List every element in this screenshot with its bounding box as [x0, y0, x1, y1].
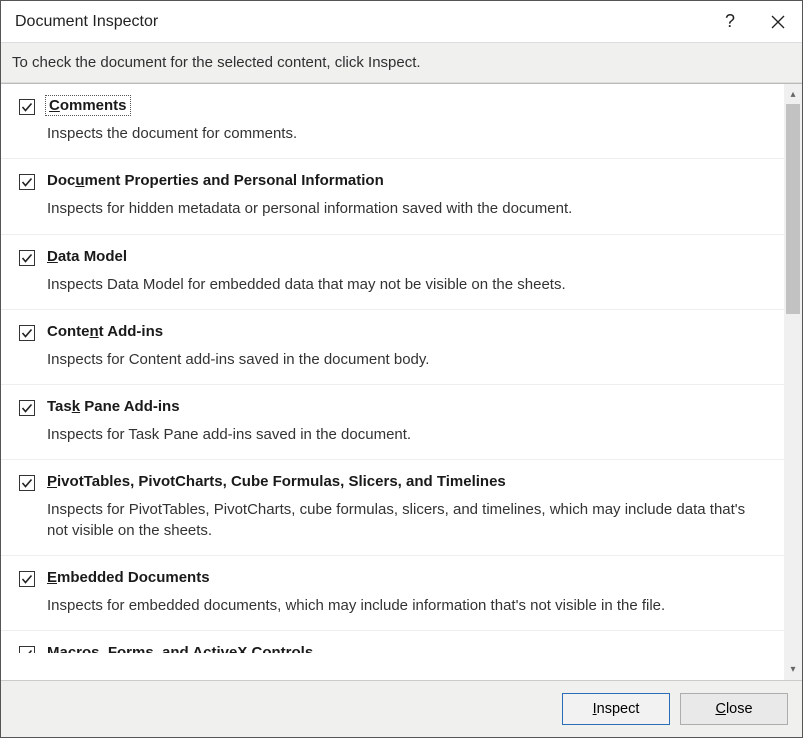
option-checkbox[interactable]: [19, 99, 35, 115]
dialog-title: Document Inspector: [15, 13, 706, 31]
inspection-option: Embedded Documents Inspects for embedded …: [1, 556, 784, 631]
option-header: PivotTables, PivotCharts, Cube Formulas,…: [19, 473, 768, 491]
option-header: Embedded Documents: [19, 569, 768, 587]
option-title: Content Add-ins: [47, 323, 163, 340]
option-checkbox[interactable]: [19, 325, 35, 341]
option-header: Macros, Forms, and ActiveX Controls: [19, 644, 768, 653]
check-icon: [21, 402, 33, 414]
option-checkbox[interactable]: [19, 475, 35, 491]
check-icon: [21, 176, 33, 188]
option-description: Inspects for Content add-ins saved in th…: [47, 350, 768, 370]
option-description: Inspects the document for comments.: [47, 124, 768, 144]
check-icon: [21, 477, 33, 489]
check-icon: [21, 648, 33, 653]
close-icon: [771, 15, 785, 29]
option-header: Task Pane Add-ins: [19, 398, 768, 416]
scroll-track[interactable]: [786, 102, 800, 662]
option-title: Document Properties and Personal Informa…: [47, 172, 384, 189]
option-title: Embedded Documents: [47, 569, 210, 586]
option-header: Content Add-ins: [19, 323, 768, 341]
inspection-option: Data Model Inspects Data Model for embedd…: [1, 235, 784, 310]
inspection-option: Macros, Forms, and ActiveX Controls: [1, 631, 784, 653]
inspection-option: Comments Inspects the document for commen…: [1, 84, 784, 159]
option-checkbox[interactable]: [19, 250, 35, 266]
option-checkbox[interactable]: [19, 646, 35, 653]
inspection-option: Task Pane Add-ins Inspects for Task Pane …: [1, 385, 784, 460]
option-title: Macros, Forms, and ActiveX Controls: [47, 644, 313, 653]
help-button[interactable]: ?: [706, 1, 754, 43]
check-icon: [21, 252, 33, 264]
option-header: Comments: [19, 97, 768, 115]
inspection-options-list: Comments Inspects the document for commen…: [1, 84, 784, 680]
inspect-button[interactable]: Inspect: [562, 693, 670, 725]
inspection-option: Document Properties and Personal Informa…: [1, 159, 784, 234]
check-icon: [21, 101, 33, 113]
inspection-option: Content Add-ins Inspects for Content add-…: [1, 310, 784, 385]
dialog-footer: Inspect Close: [1, 680, 802, 737]
option-description: Inspects Data Model for embedded data th…: [47, 275, 768, 295]
check-icon: [21, 327, 33, 339]
scroll-thumb[interactable]: [786, 104, 800, 314]
instruction-text: To check the document for the selected c…: [1, 43, 802, 83]
document-inspector-dialog: Document Inspector ? To check the docume…: [0, 0, 803, 738]
titlebar: Document Inspector ?: [1, 1, 802, 43]
scroll-down-arrow-icon[interactable]: ▾: [784, 662, 802, 677]
option-title: Data Model: [47, 248, 127, 265]
inspection-option: PivotTables, PivotCharts, Cube Formulas,…: [1, 460, 784, 556]
option-header: Document Properties and Personal Informa…: [19, 172, 768, 190]
option-checkbox[interactable]: [19, 571, 35, 587]
option-description: Inspects for embedded documents, which m…: [47, 596, 768, 616]
close-button[interactable]: Close: [680, 693, 788, 725]
option-description: Inspects for PivotTables, PivotCharts, c…: [47, 500, 768, 541]
check-icon: [21, 573, 33, 585]
content-area: Comments Inspects the document for commen…: [1, 83, 802, 680]
option-description: Inspects for hidden metadata or personal…: [47, 199, 768, 219]
option-checkbox[interactable]: [19, 400, 35, 416]
option-title: PivotTables, PivotCharts, Cube Formulas,…: [47, 473, 506, 490]
option-title: Comments: [47, 97, 129, 114]
option-description: Inspects for Task Pane add-ins saved in …: [47, 425, 768, 445]
option-header: Data Model: [19, 248, 768, 266]
scrollbar[interactable]: ▴ ▾: [784, 84, 802, 680]
scroll-up-arrow-icon[interactable]: ▴: [784, 87, 802, 102]
option-checkbox[interactable]: [19, 174, 35, 190]
close-window-button[interactable]: [754, 1, 802, 43]
option-title: Task Pane Add-ins: [47, 398, 180, 415]
